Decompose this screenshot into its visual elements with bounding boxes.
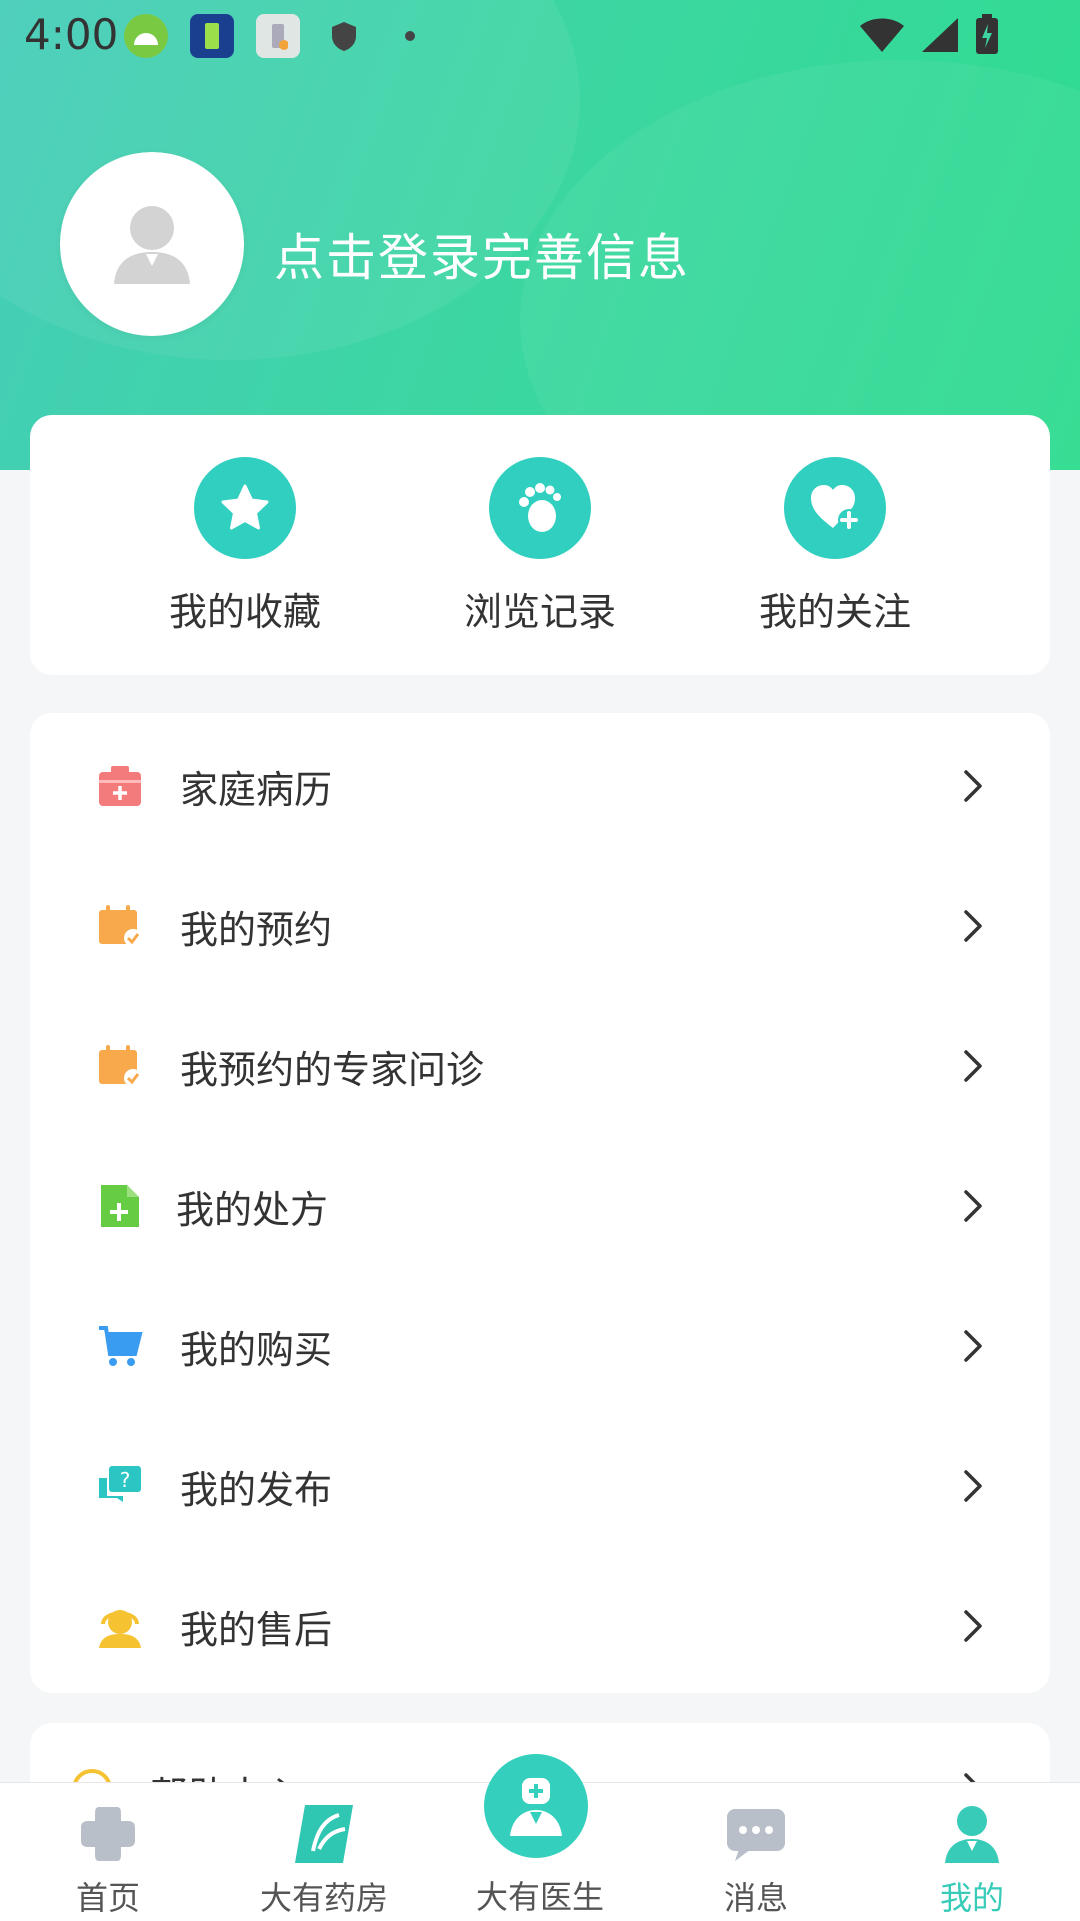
appointment-calendar-icon [96, 902, 144, 950]
tab-label: 大有药房 [259, 1879, 388, 1917]
medical-record-icon [96, 762, 144, 810]
quick-action-favorites[interactable]: 我的收藏 [115, 457, 375, 636]
menu-item-appointments[interactable]: 我的预约 [30, 856, 1050, 996]
prescription-icon [96, 1182, 144, 1230]
pharmacy-logo-icon [291, 1801, 357, 1867]
home-cross-icon [75, 1801, 141, 1867]
chevron-right-icon [964, 1190, 982, 1222]
chevron-right-icon [964, 1610, 982, 1642]
battery-app-icon [190, 14, 234, 58]
tab-label: 我的 [939, 1879, 1004, 1917]
message-bubble-icon [723, 1801, 789, 1867]
quick-actions-card: 我的收藏 浏览记录 我的关注 [30, 415, 1050, 675]
menu-item-prescriptions[interactable]: 我的处方 [30, 1136, 1050, 1276]
tab-mine[interactable]: 我的 [864, 1783, 1080, 1921]
customer-service-icon [96, 1602, 144, 1650]
question-chat-icon: ? [96, 1462, 144, 1510]
quick-action-history[interactable]: 浏览记录 [410, 457, 670, 636]
menu-item-label: 我的售后 [180, 1607, 333, 1652]
menu-item-label: 我的购买 [180, 1327, 333, 1372]
tab-doctor-button[interactable] [484, 1754, 588, 1858]
user-placeholder-icon [114, 206, 190, 284]
wifi-icon [860, 18, 904, 52]
menu-item-posts[interactable]: ? 我的发布 [30, 1416, 1050, 1556]
menu-item-label: 我的处方 [176, 1187, 329, 1232]
chevron-right-icon [964, 1050, 982, 1082]
avatar[interactable] [60, 152, 244, 336]
login-prompt[interactable]: 点击登录完善信息 [274, 218, 690, 290]
chevron-right-icon [964, 1330, 982, 1362]
shopping-cart-icon [96, 1322, 144, 1370]
menu-item-family-records[interactable]: 家庭病历 [30, 716, 1050, 856]
user-icon [939, 1801, 1005, 1867]
quick-action-label: 浏览记录 [463, 590, 616, 634]
footprint-icon [489, 457, 591, 559]
quick-action-label: 我的关注 [758, 590, 911, 634]
tab-pharmacy[interactable]: 大有药房 [216, 1783, 432, 1921]
menu-item-label: 我的预约 [180, 907, 333, 952]
dot-icon [388, 14, 432, 58]
menu-item-expert-consultation[interactable]: 我预约的专家问诊 [30, 996, 1050, 1136]
chevron-right-icon [964, 910, 982, 942]
android-icon [124, 14, 168, 58]
heart-plus-icon [784, 457, 886, 559]
menu-item-label: 我预约的专家问诊 [180, 1047, 485, 1092]
tab-label: 消息 [723, 1879, 788, 1917]
menu-item-label: 我的发布 [180, 1467, 333, 1512]
menu-card: 家庭病历 我的预约 我预约的专家问诊 我的处方 我的购买 ? 我的发布 我的售后 [30, 713, 1050, 1693]
status-bar: 4:00 [0, 0, 1080, 72]
battery-charging-icon [976, 14, 998, 54]
tab-messages[interactable]: 消息 [648, 1783, 864, 1921]
battery-alert-icon [256, 14, 300, 58]
tab-label: 首页 [75, 1879, 140, 1917]
star-icon [194, 457, 296, 559]
tab-home[interactable]: 首页 [0, 1783, 216, 1921]
shield-icon [322, 14, 366, 58]
svg-text:?: ? [120, 1468, 131, 1492]
quick-action-label: 我的收藏 [168, 590, 321, 634]
tab-doctor-label[interactable]: 大有医生 [432, 1872, 648, 1918]
menu-item-label: 家庭病历 [180, 767, 333, 812]
signal-icon [922, 18, 958, 52]
doctor-icon [510, 1778, 562, 1836]
quick-action-follows[interactable]: 我的关注 [705, 457, 965, 636]
expert-calendar-icon [96, 1042, 144, 1090]
menu-item-after-sales[interactable]: 我的售后 [30, 1556, 1050, 1696]
menu-item-purchases[interactable]: 我的购买 [30, 1276, 1050, 1416]
chevron-right-icon [964, 770, 982, 802]
chevron-right-icon [964, 1470, 982, 1502]
status-time: 4:00 [24, 10, 119, 59]
